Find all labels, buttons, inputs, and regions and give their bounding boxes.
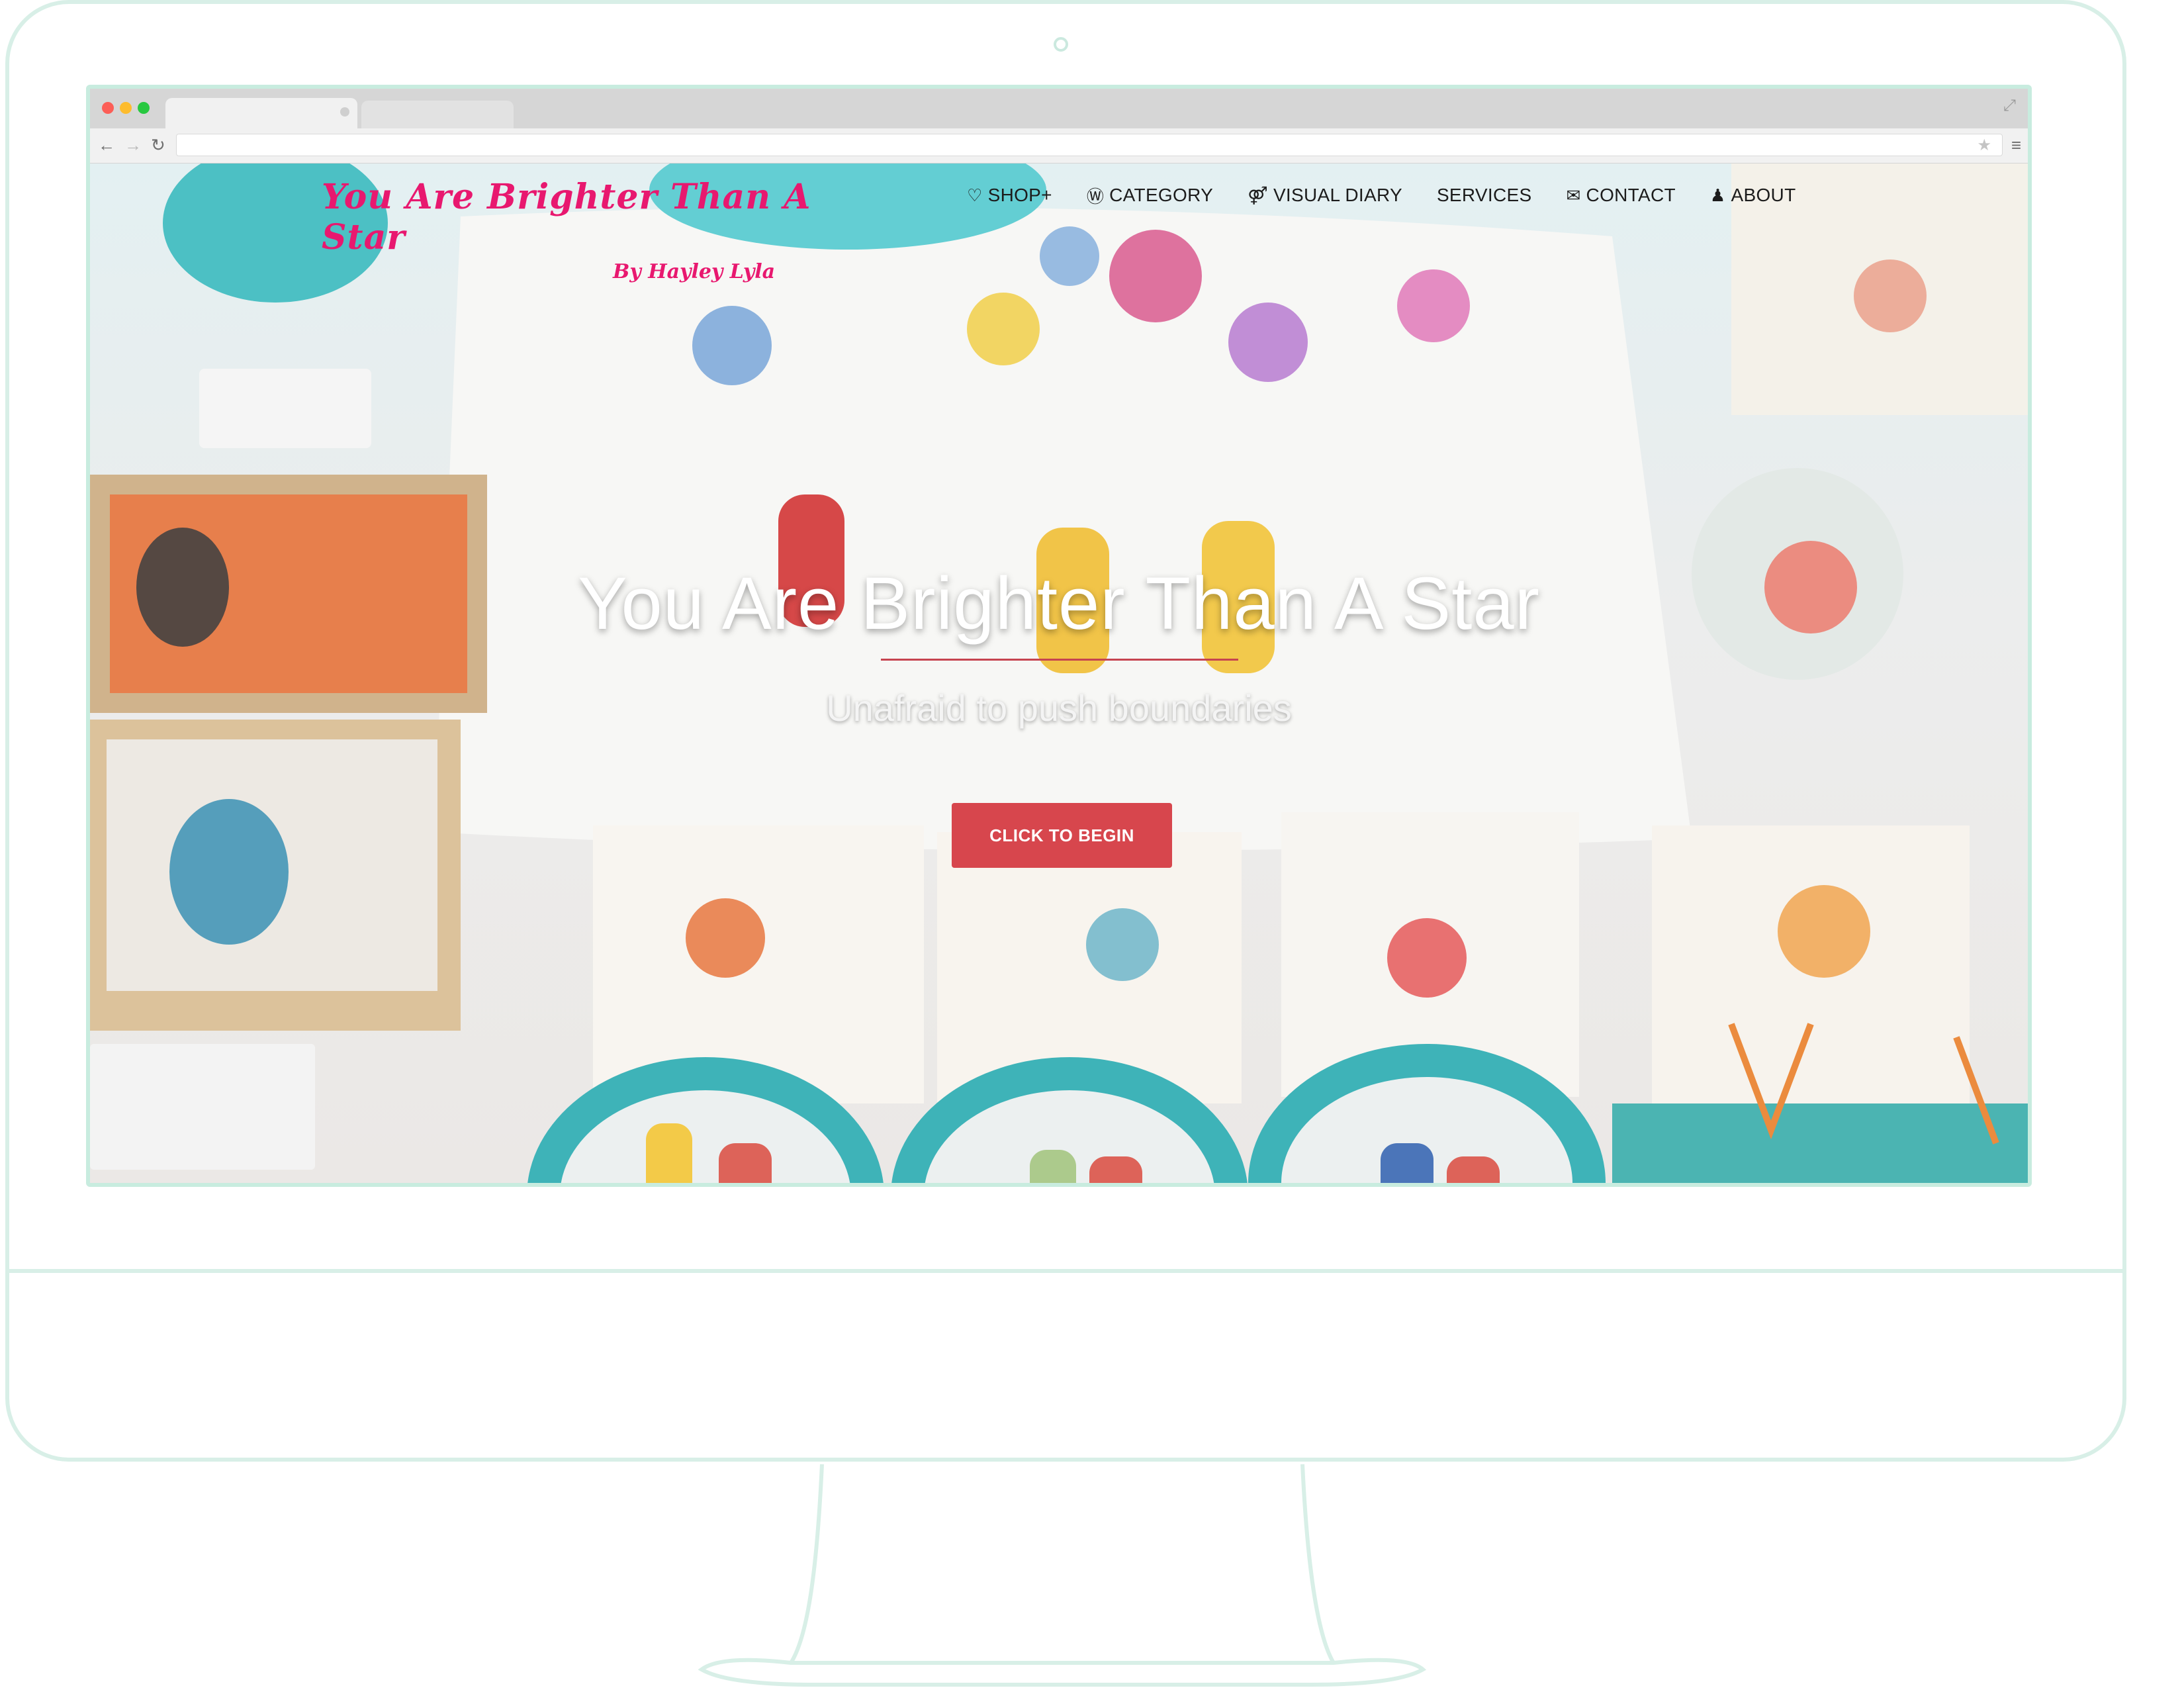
nav-label-shop: SHOP+ bbox=[987, 185, 1052, 205]
nav-item-contact[interactable]: ✉ CONTACT bbox=[1566, 185, 1675, 206]
zoom-window-button[interactable] bbox=[138, 102, 150, 114]
nav-item-category[interactable]: Ⓦ CATEGORY bbox=[1087, 183, 1213, 208]
nav-item-about[interactable]: ♟ ABOUT bbox=[1710, 185, 1796, 206]
back-arrow-icon[interactable]: ← bbox=[98, 135, 115, 155]
hero-overlay bbox=[90, 164, 2028, 1183]
forward-arrow-icon[interactable]: → bbox=[124, 135, 142, 155]
hero-divider bbox=[881, 659, 1238, 661]
reload-icon[interactable]: ↻ bbox=[151, 135, 165, 155]
wordpress-icon: Ⓦ bbox=[1086, 186, 1105, 207]
tab-close-icon[interactable] bbox=[340, 107, 349, 117]
nav-label-contact: CONTACT bbox=[1586, 185, 1676, 205]
site-logo[interactable]: You Are Brighter Than A Star By Hayley L… bbox=[322, 177, 825, 283]
logo-subtitle: By Hayley Lyla bbox=[613, 260, 776, 283]
fullscreen-icon[interactable]: ⤢ bbox=[2003, 97, 2016, 115]
address-bar[interactable]: ★ bbox=[176, 134, 2003, 156]
browser-tab-active[interactable] bbox=[165, 98, 357, 128]
browser-titlebar: ⤢ bbox=[90, 89, 2028, 128]
nav-label-category: CATEGORY bbox=[1109, 185, 1214, 205]
bookmark-star-icon[interactable]: ★ bbox=[1977, 136, 1991, 155]
main-navigation: ♡ SHOP+ Ⓦ CATEGORY ⚤ VISUAL DIARY SERVIC… bbox=[967, 181, 1796, 210]
gender-icon: ⚤ bbox=[1248, 185, 1268, 205]
close-window-button[interactable] bbox=[102, 102, 114, 114]
nav-item-visual-diary[interactable]: ⚤ VISUAL DIARY bbox=[1248, 185, 1402, 206]
hero-title: You Are Brighter Than A Star bbox=[578, 562, 1540, 645]
logo-title: You Are Brighter Than A Star bbox=[322, 177, 811, 258]
heart-icon: ♡ bbox=[967, 185, 983, 205]
webpage-viewport: You Are Brighter Than A Star By Hayley L… bbox=[90, 164, 2028, 1183]
nav-label-visual-diary: VISUAL DIARY bbox=[1273, 185, 1402, 205]
person-icon: ♟ bbox=[1709, 185, 1726, 205]
nav-label-about: ABOUT bbox=[1731, 185, 1796, 205]
browser-menu-icon[interactable]: ≡ bbox=[2011, 135, 2021, 155]
nav-item-shop[interactable]: ♡ SHOP+ bbox=[967, 185, 1052, 206]
nav-label-services: SERVICES bbox=[1436, 185, 1532, 205]
browser-toolbar: ← → ↻ ★ ≡ bbox=[90, 128, 2028, 164]
minimize-window-button[interactable] bbox=[120, 102, 132, 114]
browser-window: ⤢ ← → ↻ ★ ≡ You Are Brighter Than A Star… bbox=[86, 85, 2032, 1187]
click-to-begin-button[interactable]: CLICK TO BEGIN bbox=[952, 803, 1172, 868]
hero-subtitle: Unafraid to push boundaries bbox=[826, 687, 1292, 729]
envelope-icon: ✉ bbox=[1566, 185, 1581, 205]
nav-item-services[interactable]: SERVICES bbox=[1437, 185, 1532, 206]
browser-tab[interactable] bbox=[361, 101, 514, 128]
